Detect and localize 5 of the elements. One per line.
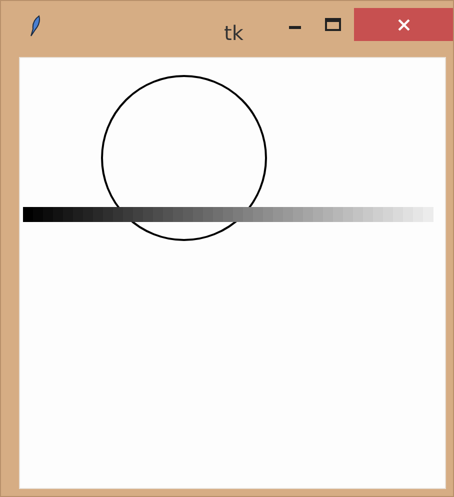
maximize-icon	[325, 18, 341, 32]
feather-icon	[29, 15, 41, 37]
minimize-icon	[289, 26, 303, 30]
close-icon	[398, 18, 410, 30]
window-title: tk	[224, 21, 244, 45]
